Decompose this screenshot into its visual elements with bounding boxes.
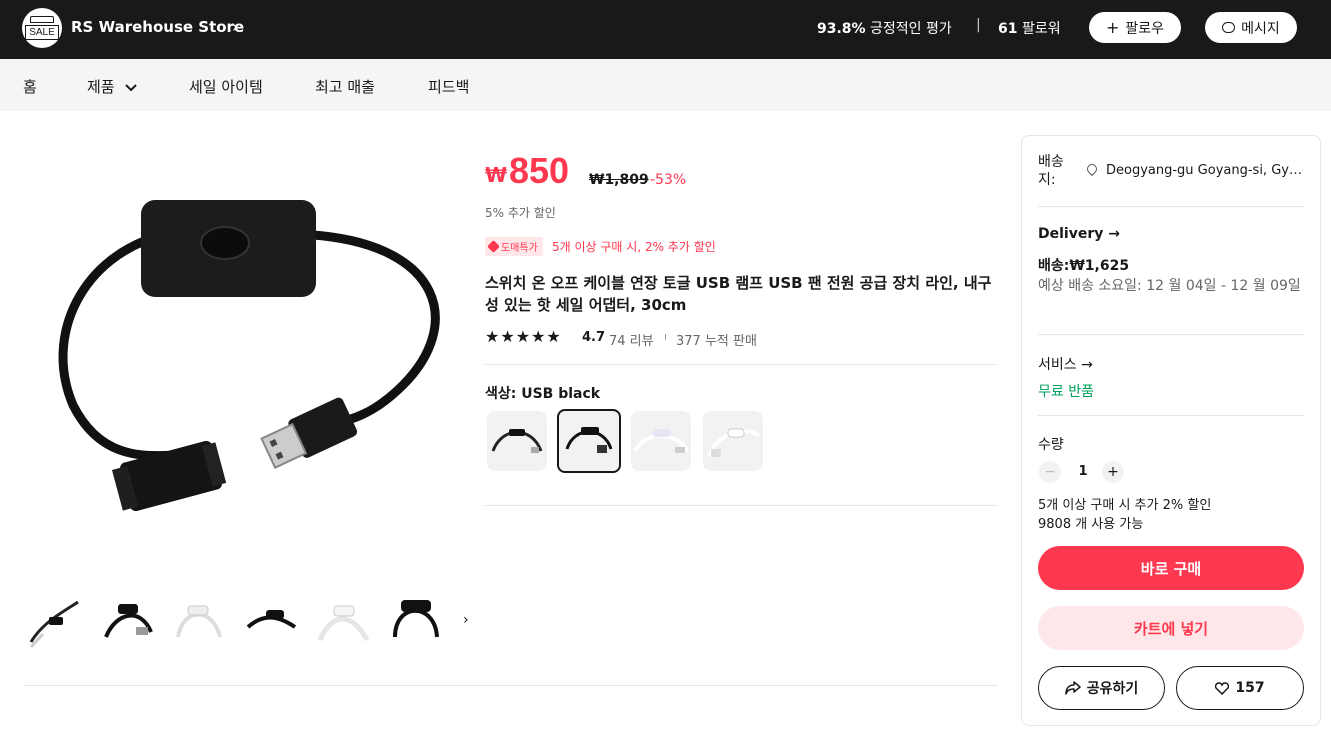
quantity-label: 수량 <box>1038 437 1064 453</box>
price-currency: ₩ <box>485 163 508 187</box>
divider <box>1038 415 1304 416</box>
nav-products-label: 제품 <box>87 78 115 96</box>
positive-feedback-pct: 93.8% <box>817 21 866 37</box>
nav-feedback[interactable]: 피드백 <box>428 76 469 97</box>
thumbnail[interactable] <box>168 592 230 652</box>
store-logo[interactable]: SALE <box>22 8 62 48</box>
wishlist-button[interactable]: 157 <box>1176 666 1304 710</box>
rating-value: 4.7 <box>582 330 606 345</box>
follow-button-label: 팔로우 <box>1125 20 1165 37</box>
followers-count: 61 <box>998 21 1018 37</box>
share-icon <box>1064 681 1081 695</box>
promo-badge-label: 도매특가 <box>501 243 538 254</box>
quantity-decrease-button[interactable]: − <box>1039 461 1061 483</box>
delivery-eta: 예상 배송 소요일: 12 월 04일 - 12 월 09일 <box>1038 278 1301 294</box>
thumbnail[interactable] <box>312 592 374 652</box>
divider <box>1038 334 1304 335</box>
product-main-image[interactable] <box>23 135 463 575</box>
wishlist-count: 157 <box>1235 680 1265 696</box>
extra-discount: 5% 추가 할인 <box>485 206 556 220</box>
store-name[interactable]: RS Warehouse Store <box>71 18 244 36</box>
ship-to-location[interactable]: Deogyang-gu Goyang-si, Gyeonggi-do <box>1106 163 1306 178</box>
share-button-label: 공유하기 <box>1086 681 1139 697</box>
delivery-fee: 배송:₩1,625 <box>1038 258 1130 274</box>
thumbnail-strip: › <box>23 592 469 652</box>
message-button-label: 메시지 <box>1241 20 1280 37</box>
stats-separator: ı <box>664 330 668 343</box>
chevron-down-icon <box>125 83 138 91</box>
store-header: SALE RS Warehouse Store › 93.8% 긍정적인 평가 … <box>0 0 1331 59</box>
header-separator: | <box>976 17 981 33</box>
divider <box>485 364 997 365</box>
nav-sale-items[interactable]: 세일 아이템 <box>189 76 263 97</box>
followers: 61 팔로워 <box>998 18 1061 38</box>
tag-icon <box>487 240 500 253</box>
quantity-value[interactable]: 1 <box>1078 464 1088 479</box>
color-swatch[interactable] <box>631 411 691 471</box>
discount-percent: -53% <box>650 172 687 188</box>
color-swatch-selected[interactable] <box>557 409 621 473</box>
reviews-link[interactable]: 74 리뷰 <box>609 330 654 349</box>
nav-products[interactable]: 제품 <box>87 76 138 97</box>
rating-stars: ★★★★★ <box>485 327 562 346</box>
positive-feedback: 93.8% 긍정적인 평가 <box>817 18 952 38</box>
nav-home[interactable]: 홈 <box>23 76 37 97</box>
store-nav: 홈 제품 세일 아이템 최고 매출 피드백 <box>0 59 1331 111</box>
location-pin-icon <box>1084 161 1100 177</box>
divider <box>485 505 997 506</box>
heart-icon <box>1215 681 1230 695</box>
service-link[interactable]: 서비스 → <box>1038 354 1093 374</box>
delivery-link[interactable]: Delivery → <box>1038 226 1120 242</box>
thumbnail[interactable] <box>96 592 158 652</box>
divider <box>1038 206 1304 207</box>
store-logo-text: SALE <box>25 24 59 40</box>
thumbnail[interactable] <box>23 592 85 652</box>
buy-now-button[interactable]: 바로 구매 <box>1038 546 1304 590</box>
color-label: 색상: USB black <box>485 386 601 402</box>
chat-icon <box>1222 22 1236 33</box>
bulk-discount-note: 5개 이상 구매 시 추가 2% 할인 <box>1038 498 1212 513</box>
sold-count: 377 누적 판매 <box>676 334 757 349</box>
divider <box>23 685 998 686</box>
share-button[interactable]: 공유하기 <box>1038 666 1165 710</box>
followers-label: 팔로워 <box>1021 21 1061 37</box>
color-swatch[interactable] <box>703 411 763 471</box>
promo-badge: 도매특가 <box>485 237 543 256</box>
chevron-right-icon[interactable]: › <box>232 17 238 36</box>
stock-available: 9808 개 사용 가능 <box>1038 517 1144 532</box>
free-returns: 무료 반품 <box>1038 384 1094 400</box>
nav-top-selling[interactable]: 최고 매출 <box>315 76 375 97</box>
thumbnail[interactable] <box>240 592 302 652</box>
original-price: ₩1,809 <box>589 172 649 188</box>
quantity-increase-button[interactable]: + <box>1102 461 1124 483</box>
chevron-right-icon[interactable]: › <box>463 612 469 628</box>
awning-icon <box>30 16 54 23</box>
promo-text: 5개 이상 구매 시, 2% 추가 할인 <box>552 240 716 254</box>
add-to-cart-button[interactable]: 카트에 넣기 <box>1038 606 1304 650</box>
purchase-panel: 배송지: Deogyang-gu Goyang-si, Gyeonggi-do … <box>1021 135 1321 726</box>
price: 850 <box>509 150 570 191</box>
thumbnail[interactable] <box>385 592 447 652</box>
message-button[interactable]: 메시지 <box>1205 12 1297 43</box>
positive-feedback-label: 긍정적인 평가 <box>870 21 952 37</box>
ship-to-label: 배송지: <box>1038 154 1064 188</box>
plus-icon: + <box>1105 17 1120 37</box>
product-title: 스위치 온 오프 케이블 연장 토글 USB 램프 USB 팬 전원 공급 장치… <box>485 274 992 314</box>
follow-button[interactable]: + 팔로우 <box>1089 12 1181 43</box>
color-swatch[interactable] <box>487 411 547 471</box>
